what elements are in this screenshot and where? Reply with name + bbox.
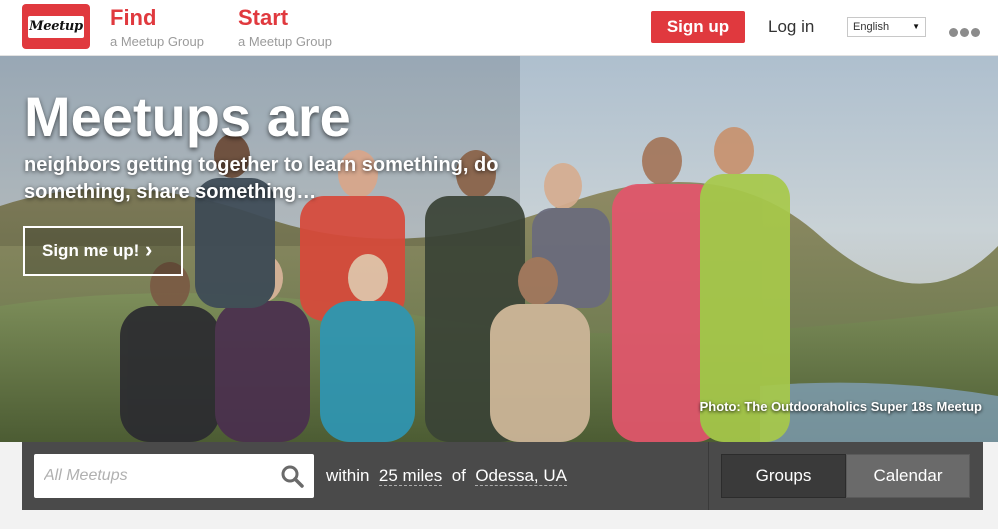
- sign-me-up-button[interactable]: Sign me up! ›: [23, 226, 183, 276]
- tab-calendar[interactable]: Calendar: [846, 454, 970, 498]
- distance-selector[interactable]: 25 miles: [378, 466, 443, 486]
- hero-banner: Meetups are neighbors getting together t…: [0, 56, 998, 442]
- search-bar: within 25 miles of Odessa, UA: [22, 442, 708, 510]
- of-label: of: [451, 466, 466, 485]
- dot: [960, 28, 969, 37]
- start-group-link[interactable]: Start a Meetup Group: [238, 5, 332, 50]
- within-label: within: [326, 466, 370, 485]
- search-icon[interactable]: [280, 464, 304, 488]
- location-selector[interactable]: Odessa, UA: [475, 466, 567, 486]
- site-header: Meetup Find a Meetup Group Start a Meetu…: [0, 0, 998, 56]
- search-box: [34, 454, 314, 498]
- search-input[interactable]: [34, 454, 274, 498]
- meetup-logo[interactable]: Meetup: [22, 4, 90, 49]
- more-dots-icon[interactable]: [949, 24, 983, 37]
- dropdown-arrow-icon: ▼: [912, 22, 920, 31]
- start-subtitle: a Meetup Group: [238, 34, 332, 49]
- find-subtitle: a Meetup Group: [110, 34, 204, 49]
- start-title: Start: [238, 5, 289, 30]
- sign-up-button[interactable]: Sign up: [651, 11, 745, 43]
- view-toggle-bar: Groups Calendar: [708, 442, 983, 510]
- find-group-link[interactable]: Find a Meetup Group: [110, 5, 204, 50]
- cta-label: Sign me up!: [42, 241, 140, 260]
- find-title: Find: [110, 5, 157, 30]
- hero-subheadline: neighbors getting together to learn some…: [24, 154, 499, 203]
- search-radius-text: within 25 miles of Odessa, UA: [326, 466, 567, 486]
- dot: [949, 28, 958, 37]
- logo-text: Meetup: [29, 19, 83, 34]
- photo-credit: Photo: The Outdooraholics Super 18s Meet…: [699, 399, 982, 414]
- tab-groups[interactable]: Groups: [721, 454, 846, 498]
- dot: [971, 28, 980, 37]
- hero-headline: Meetups are: [24, 85, 351, 148]
- language-select[interactable]: English ▼: [847, 17, 926, 37]
- log-in-link[interactable]: Log in: [768, 16, 814, 38]
- logo-badge: Meetup: [28, 16, 84, 38]
- chevron-right-icon: ›: [145, 237, 153, 262]
- language-selected-value: English: [853, 21, 890, 33]
